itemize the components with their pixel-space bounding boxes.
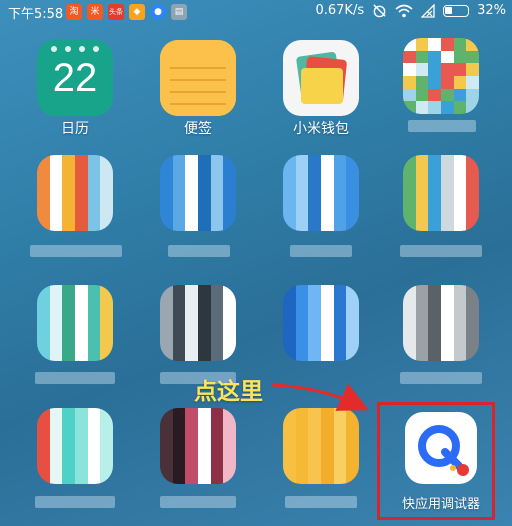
blurred-app-icon[interactable] bbox=[403, 285, 479, 361]
wallet-app[interactable] bbox=[283, 40, 359, 116]
signal-off-icon bbox=[421, 3, 435, 18]
taobao-icon: 淘 bbox=[66, 4, 82, 20]
blurred-label bbox=[30, 245, 122, 257]
arrow-icon bbox=[271, 383, 369, 411]
notes-app[interactable] bbox=[160, 40, 236, 116]
blurred-app-icon[interactable] bbox=[403, 38, 479, 114]
notes-icon bbox=[160, 40, 236, 116]
blurred-label bbox=[408, 120, 476, 132]
notification-icons: 淘 米 头条 ◆ ● ▤ bbox=[66, 4, 187, 20]
status-bar: 下午5:58 淘 米 头条 ◆ ● ▤ 0.67K/s 32% bbox=[0, 0, 512, 24]
network-speed: 0.67K/s bbox=[315, 3, 365, 18]
notes-label: 便签 bbox=[184, 121, 212, 137]
blurred-label bbox=[160, 496, 236, 508]
status-right: 0.67K/s 32% bbox=[315, 3, 506, 18]
blurred-label bbox=[400, 245, 482, 257]
blurred-label bbox=[35, 496, 115, 508]
blurred-app-icon[interactable] bbox=[283, 408, 359, 484]
blurred-label bbox=[35, 372, 115, 384]
wifi-icon bbox=[395, 4, 413, 17]
blurred-app-icon[interactable] bbox=[283, 155, 359, 231]
status-time: 下午5:58 bbox=[8, 7, 64, 22]
game-icon: ◆ bbox=[129, 4, 145, 20]
blurred-label bbox=[285, 496, 357, 508]
alarm-off-icon bbox=[373, 4, 386, 18]
blurred-app-icon[interactable] bbox=[403, 155, 479, 231]
mi-icon: 米 bbox=[87, 4, 103, 20]
highlight-box bbox=[377, 402, 495, 520]
blurred-label bbox=[400, 372, 482, 384]
blurred-app-icon[interactable] bbox=[160, 285, 236, 361]
battery-icon bbox=[443, 4, 470, 17]
calendar-label: 日历 bbox=[61, 121, 89, 137]
calendar-icon: 22 bbox=[52, 56, 98, 100]
blurred-app-icon[interactable] bbox=[283, 285, 359, 361]
settings-app-icon: ▤ bbox=[171, 4, 187, 20]
toutiao-icon: 头条 bbox=[108, 4, 124, 20]
blurred-app-icon[interactable] bbox=[37, 408, 113, 484]
blurred-app-icon[interactable] bbox=[160, 155, 236, 231]
calendar-app[interactable]: 22 bbox=[37, 40, 113, 116]
blurred-label bbox=[168, 245, 230, 257]
wallet-label: 小米钱包 bbox=[293, 121, 349, 137]
blurred-label bbox=[290, 245, 352, 257]
battery-percent: 32% bbox=[477, 3, 506, 18]
blurred-app-icon[interactable] bbox=[37, 285, 113, 361]
blurred-app-icon[interactable] bbox=[160, 408, 236, 484]
calendar-rings bbox=[51, 46, 99, 52]
blurred-app-icon[interactable] bbox=[37, 155, 113, 231]
browser-icon: ● bbox=[150, 4, 166, 20]
callout-text: 点这里 bbox=[194, 379, 263, 405]
